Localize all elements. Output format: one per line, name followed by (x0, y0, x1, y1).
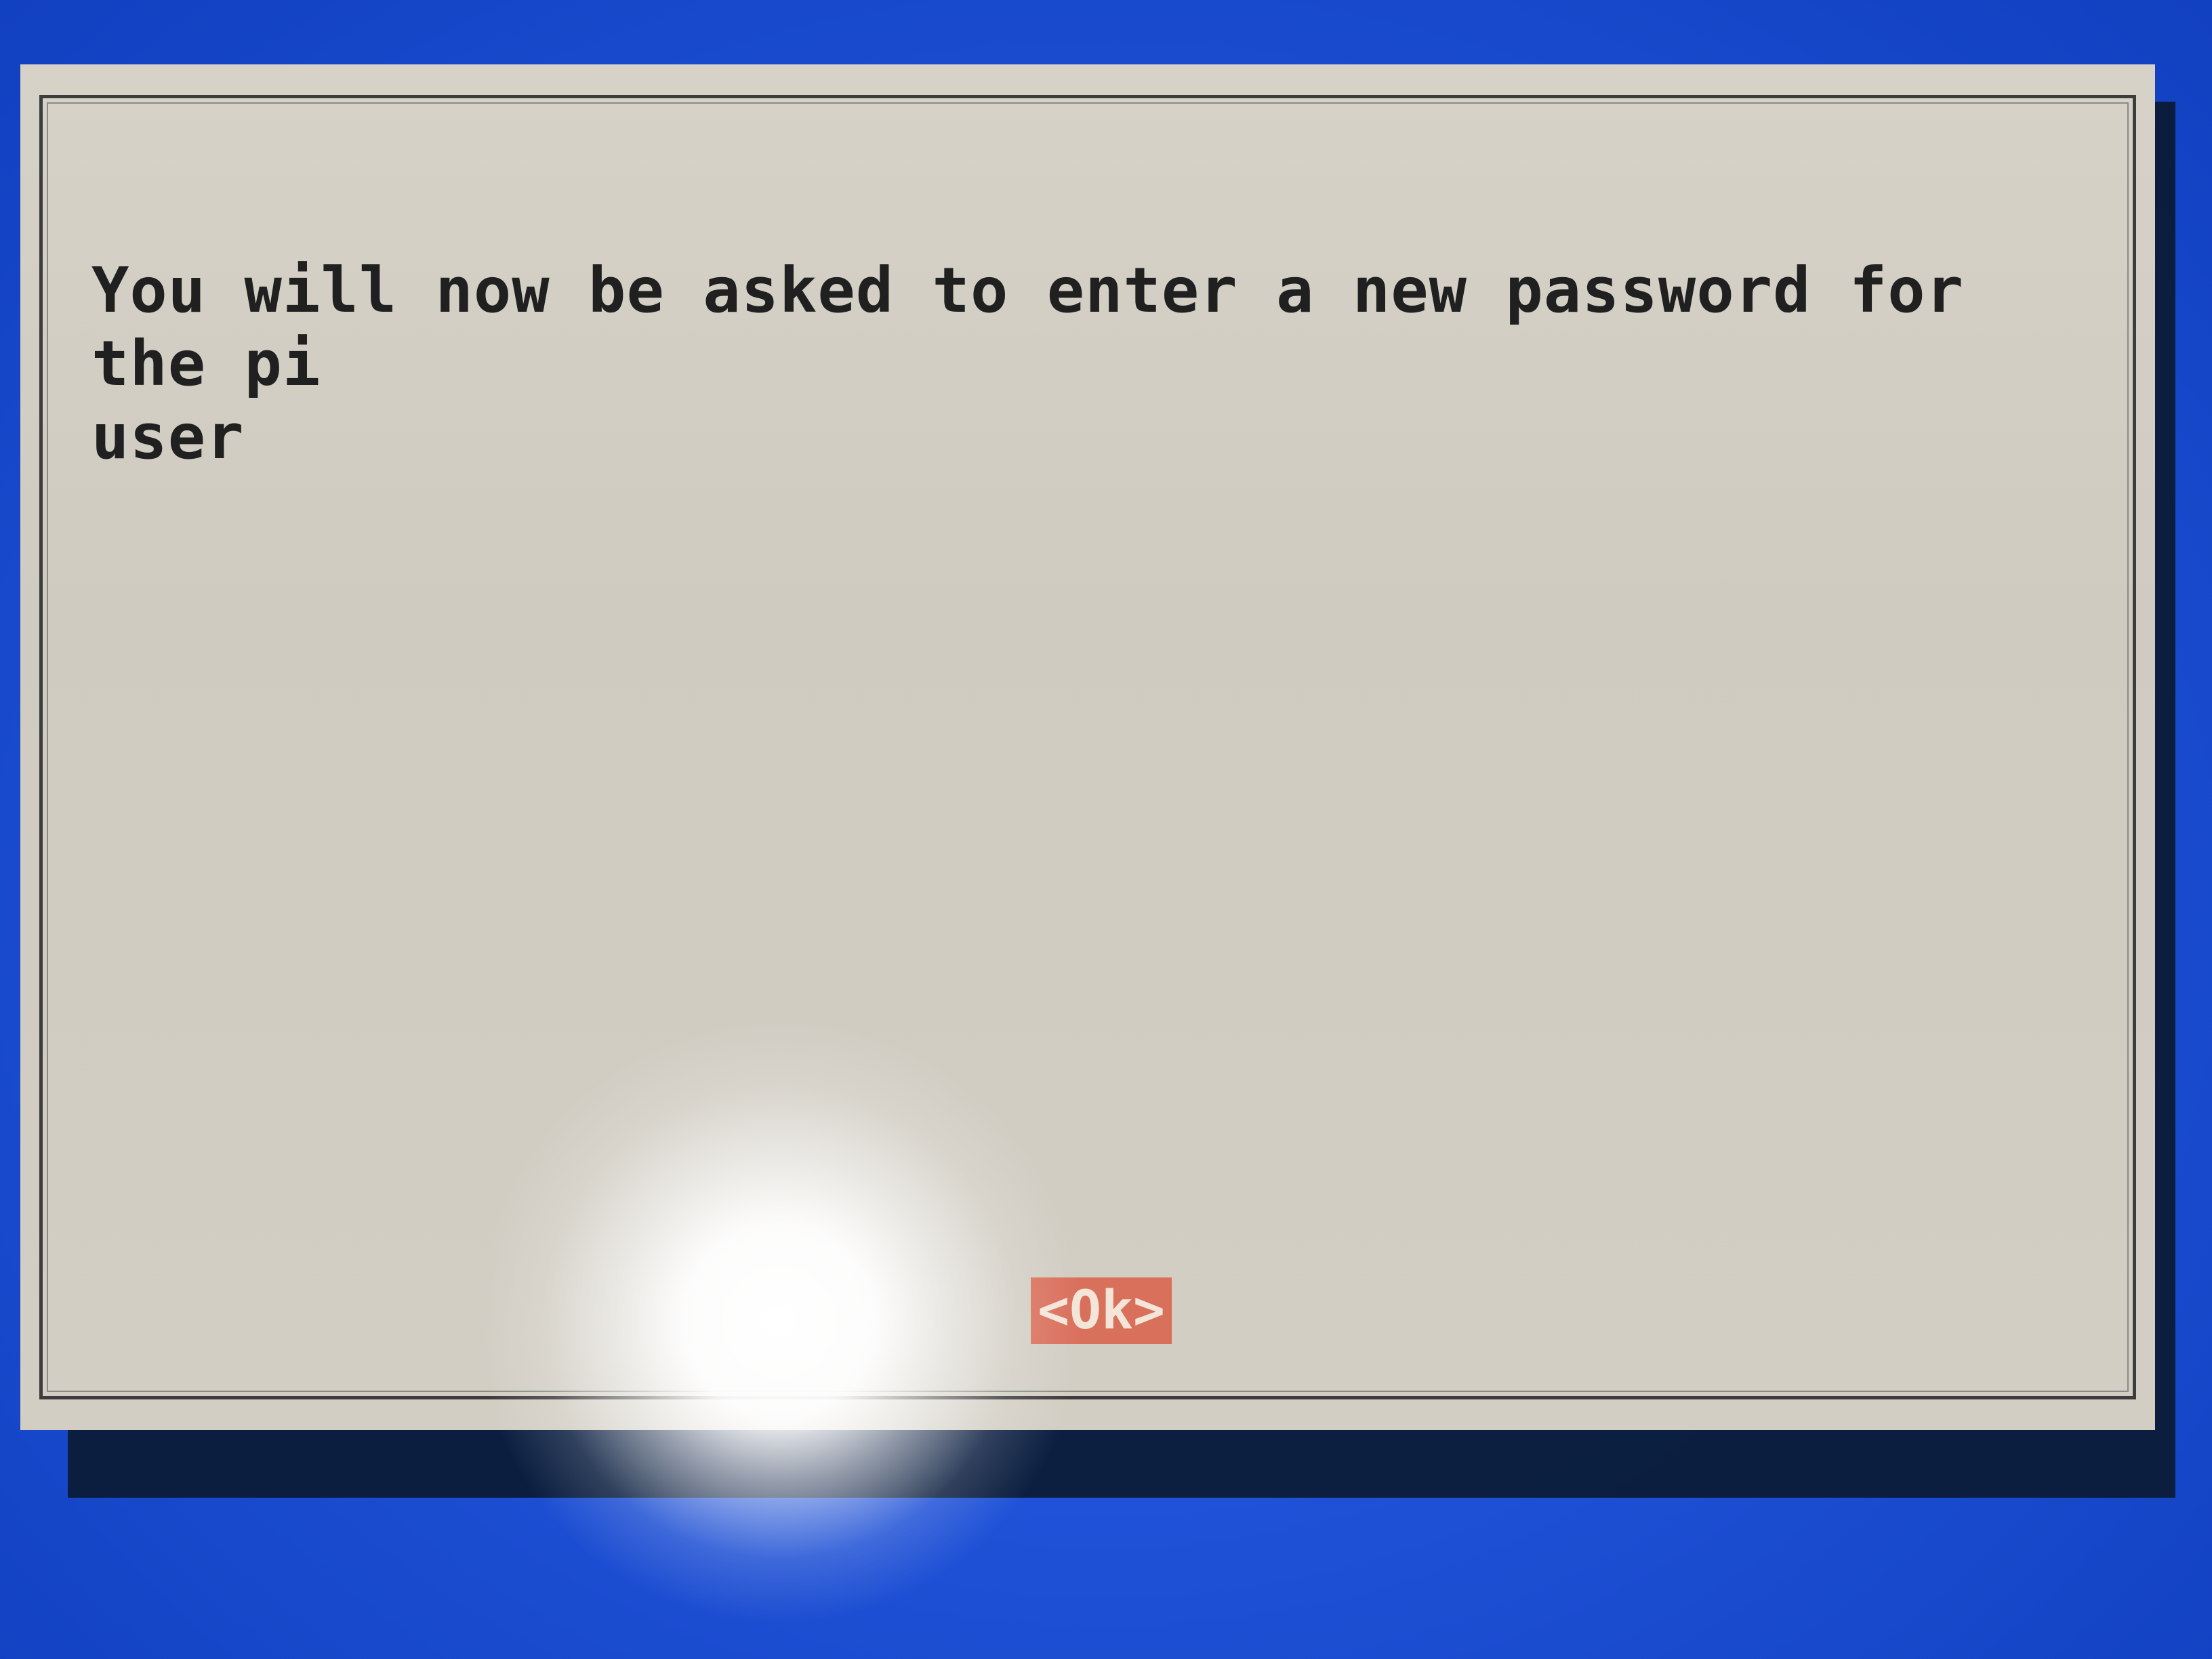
password-info-dialog: You will now be asked to enter a new pas… (20, 64, 2155, 1430)
ok-button[interactable]: <Ok> (1031, 1277, 1172, 1344)
dialog-message: You will now be asked to enter a new pas… (91, 254, 1965, 473)
dialog-button-bar: <Ok> (20, 1277, 2155, 1344)
